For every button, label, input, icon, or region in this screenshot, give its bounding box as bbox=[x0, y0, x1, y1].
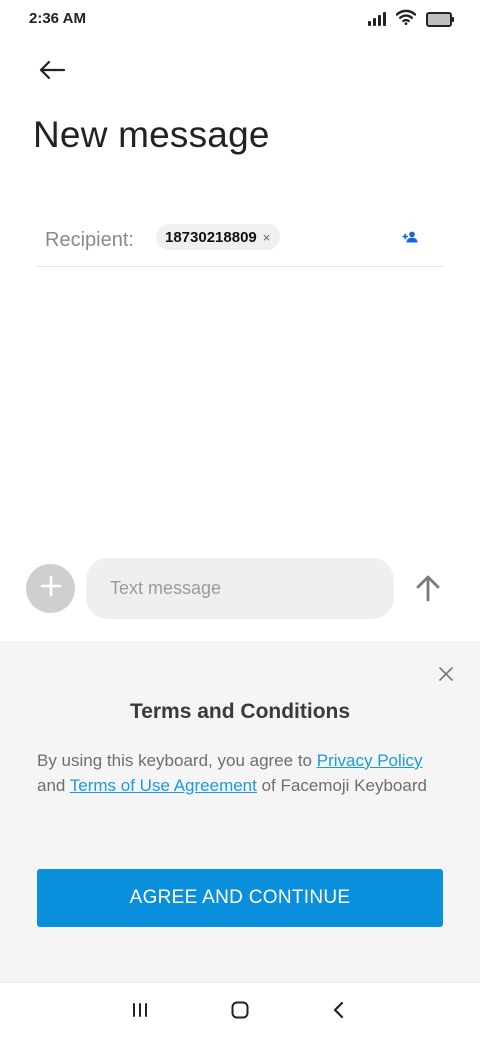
chip-remove-icon[interactable]: × bbox=[263, 231, 271, 244]
back-icon bbox=[332, 1001, 344, 1024]
home-icon bbox=[231, 1001, 249, 1024]
plus-icon bbox=[40, 575, 62, 602]
message-input[interactable] bbox=[86, 558, 394, 619]
home-button[interactable] bbox=[225, 999, 255, 1025]
terms-title: Terms and Conditions bbox=[129, 700, 351, 723]
terms-close-button[interactable] bbox=[434, 664, 458, 688]
attach-button[interactable] bbox=[26, 564, 75, 613]
terms-text-part: By using this keyboard, you agree to bbox=[37, 751, 317, 770]
arrow-up-icon bbox=[415, 574, 441, 607]
privacy-policy-link[interactable]: Privacy Policy bbox=[317, 751, 423, 770]
terms-text: By using this keyboard, you agree to Pri… bbox=[37, 748, 437, 798]
terms-of-use-link[interactable]: Terms of Use Agreement bbox=[70, 776, 257, 795]
recent-apps-button[interactable] bbox=[125, 999, 155, 1025]
agree-and-continue-button[interactable]: AGREE AND CONTINUE bbox=[37, 869, 443, 927]
recipient-row[interactable]: Recipient: 18730218809 × bbox=[37, 213, 443, 267]
status-icons bbox=[368, 9, 454, 30]
back-button[interactable] bbox=[30, 52, 74, 92]
page-title: New message bbox=[33, 114, 270, 155]
nav-back-button[interactable] bbox=[323, 999, 353, 1025]
recipient-chip-number: 18730218809 bbox=[165, 228, 257, 246]
recipient-label: Recipient: bbox=[45, 229, 134, 251]
terms-panel: Terms and Conditions By using this keybo… bbox=[0, 641, 480, 982]
recipient-chip[interactable]: 18730218809 × bbox=[156, 224, 281, 250]
wifi-icon bbox=[395, 9, 417, 30]
terms-text-part: and bbox=[37, 776, 70, 795]
battery-icon bbox=[426, 11, 454, 27]
send-button[interactable] bbox=[408, 570, 448, 610]
status-time: 2:36 AM bbox=[29, 10, 86, 27]
navigation-bar bbox=[0, 982, 480, 1041]
status-bar: 2:36 AM bbox=[0, 0, 480, 38]
arrow-left-icon bbox=[38, 60, 66, 85]
add-contact-button[interactable] bbox=[399, 229, 421, 249]
close-icon bbox=[439, 666, 453, 686]
recent-apps-icon bbox=[131, 1002, 149, 1023]
add-contact-icon bbox=[402, 230, 418, 248]
signal-icon bbox=[368, 12, 386, 26]
terms-text-part: of Facemoji Keyboard bbox=[256, 776, 427, 795]
